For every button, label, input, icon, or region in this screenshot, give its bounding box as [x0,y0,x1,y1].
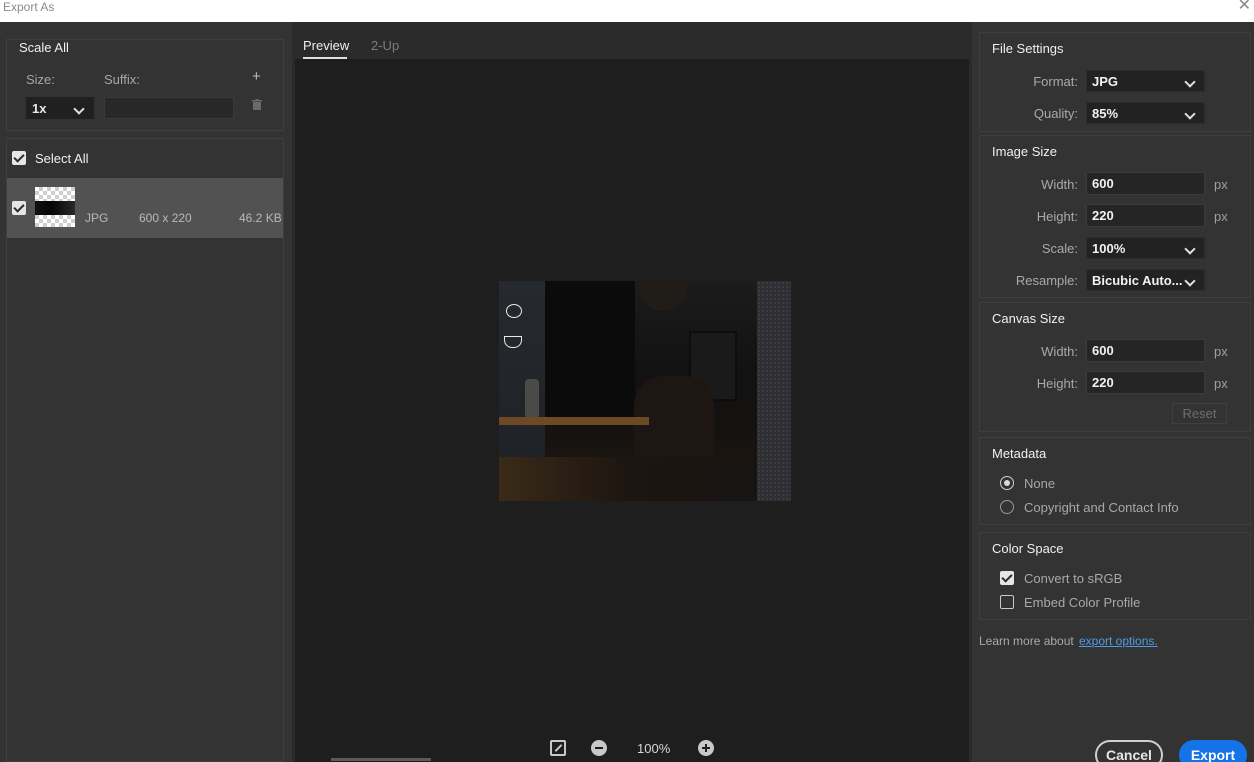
format-label: Format: [1033,74,1078,89]
canvas-width-input[interactable]: 600 [1086,339,1205,362]
size-select-value: 1x [32,101,47,116]
list-item[interactable]: JPG 600 x 220 46.2 KB [7,178,283,238]
canvas-height-unit: px [1214,376,1228,391]
image-height-unit: px [1214,209,1228,224]
close-icon[interactable]: ✕ [1238,0,1251,14]
preview-area: Preview 2-Up 100% [295,22,969,762]
scale-label: Scale: [1041,241,1078,256]
canvas-width-unit: px [1214,344,1228,359]
scale-select[interactable]: 100% [1086,237,1205,259]
tab-preview[interactable]: Preview [303,38,349,53]
item-format: JPG [85,211,109,225]
trash-icon[interactable] [252,99,262,110]
resample-select[interactable]: Bicubic Auto... [1086,269,1205,291]
title-bar: Export As ✕ [0,0,1254,22]
chevron-down-icon [1184,104,1200,120]
asset-list: Select All JPG 600 x 220 46.2 KB [6,138,284,762]
transparency-strip [757,281,791,501]
canvas-height-input[interactable]: 220 [1086,371,1205,394]
export-dialog: Scale All Size: Suffix: + 1x Select All … [0,22,1254,762]
metadata-none-radio[interactable] [1000,476,1014,490]
size-select[interactable]: 1x [26,97,94,119]
resample-label: Resample: [1015,273,1078,288]
item-thumbnail [35,187,75,227]
horizontal-scrollbar[interactable] [331,758,431,761]
image-height-label: Height: [1036,209,1078,224]
left-column: Scale All Size: Suffix: + 1x Select All … [0,22,292,762]
cancel-button[interactable]: Cancel [1095,740,1163,762]
embed-profile-label: Embed Color Profile [1024,595,1141,610]
embed-profile-checkbox[interactable] [1000,595,1014,609]
convert-srgb-checkbox[interactable] [1000,571,1014,585]
format-select[interactable]: JPG [1086,70,1205,92]
donut-icon [506,304,522,318]
zoom-out-icon[interactable] [591,740,607,756]
reset-button[interactable]: Reset [1172,403,1227,424]
convert-srgb-label: Convert to sRGB [1024,571,1123,586]
metadata-copyright-radio[interactable] [1000,500,1014,514]
chevron-down-icon [1184,72,1200,88]
quality-label: Quality: [1033,106,1078,121]
chevron-down-icon [1184,239,1200,255]
preview-image [499,281,791,501]
export-options-link[interactable]: export options. [1079,634,1158,648]
metadata-none-label: None [1024,476,1056,491]
fit-to-screen-icon[interactable] [550,740,566,756]
zoom-in-icon[interactable] [698,740,714,756]
image-width-input[interactable]: 600 [1086,172,1205,195]
quality-select[interactable]: 85% [1086,102,1205,124]
suffix-label: Suffix: [104,72,140,87]
metadata-title: Metadata [992,446,1047,461]
image-width-label: Width: [1041,177,1078,192]
scale-all-title: Scale All [19,40,69,55]
suffix-input[interactable] [104,97,234,119]
resample-value: Bicubic Auto... [1092,273,1183,288]
canvas-width-label: Width: [1041,344,1078,359]
plus-icon[interactable]: + [252,68,261,85]
quality-value: 85% [1092,106,1119,121]
export-button[interactable]: Export [1179,740,1247,762]
file-settings-title: File Settings [992,41,1064,56]
canvas-size-title: Canvas Size [992,311,1065,326]
chevron-down-icon [1184,271,1200,287]
canvas-height-label: Height: [1036,376,1078,391]
color-space-title: Color Space [992,541,1064,556]
settings-column: File Settings Format: JPG Quality: 85% I… [972,22,1254,762]
select-all-checkbox[interactable] [12,151,26,165]
select-all-row[interactable]: Select All [7,139,283,177]
size-label: Size: [26,72,55,87]
preview-canvas[interactable] [295,59,969,762]
learn-more-text: Learn more about [979,634,1074,648]
image-size-title: Image Size [992,144,1058,159]
metadata-copyright-label: Copyright and Contact Info [1024,500,1179,515]
chevron-down-icon [73,99,89,115]
item-checkbox[interactable] [12,201,26,215]
item-file-size: 46.2 KB [239,211,282,225]
zoom-level: 100% [637,741,671,756]
item-dimensions: 600 x 220 [139,211,192,225]
format-value: JPG [1092,74,1119,89]
window-title: Export As [3,0,55,14]
select-all-label: Select All [35,151,89,166]
tab-2-up[interactable]: 2-Up [371,38,399,53]
image-width-unit: px [1214,177,1228,192]
image-height-input[interactable]: 220 [1086,204,1205,227]
scale-value: 100% [1092,241,1126,256]
